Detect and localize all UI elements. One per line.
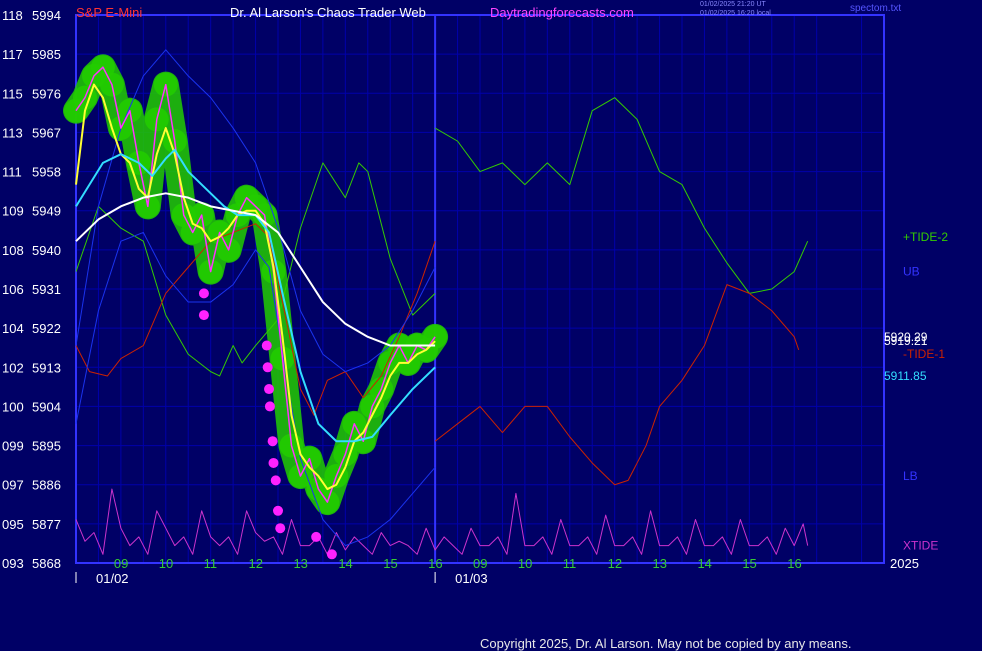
- x-date-label: 01/03: [455, 571, 488, 586]
- chart-title: Dr. Al Larson's Chaos Trader Web: [230, 5, 426, 20]
- chart-series: [75, 49, 809, 555]
- right-label: +TIDE-2: [903, 230, 948, 244]
- y-tick-price: 5958: [32, 165, 61, 180]
- y-tick-pct: 111: [2, 165, 22, 180]
- symbol-label: S&P E-Mini: [76, 5, 143, 20]
- y-tick-pct: 097: [2, 478, 24, 493]
- price-dot: [198, 310, 209, 321]
- y-tick-pct: 093: [2, 556, 24, 571]
- y-tick-price: 5994: [32, 8, 61, 23]
- chart-canvas: 093 5868 095 5877 097 5886 099 5895 100 5904 102 59…: [2, 8, 948, 586]
- y-axis: 093 5868 095 5877 097 5886 099 5895 100 5904 102 59…: [2, 8, 61, 571]
- y-tick-price: 5913: [32, 360, 61, 375]
- y-tick-pct: 108: [2, 243, 24, 258]
- x-tick-label: 09: [473, 556, 487, 571]
- x-tick-label: 16: [787, 556, 801, 571]
- y-tick-pct: 106: [2, 282, 24, 297]
- price-dot: [270, 475, 281, 486]
- x-tick-label: 11: [563, 556, 577, 571]
- price-dot: [262, 362, 273, 373]
- x-tick-label: 12: [608, 556, 622, 571]
- price-dot: [267, 436, 278, 447]
- y-tick-pct: 113: [2, 125, 23, 140]
- x-tick-label: 10: [159, 556, 173, 571]
- x-tick-label: 09: [114, 556, 128, 571]
- y-tick-price: 5868: [32, 556, 61, 571]
- x-tick-label: 12: [249, 556, 263, 571]
- x-tick-label: 11: [204, 556, 218, 571]
- copyright: Copyright 2025, Dr. Al Larson. May not b…: [480, 636, 852, 651]
- price-dot: [264, 401, 275, 412]
- price-dot: [273, 505, 283, 516]
- y-tick-pct: 099: [2, 439, 24, 454]
- price-dot: [198, 288, 209, 299]
- y-tick-pct: 118: [2, 8, 23, 23]
- right-label: XTIDE: [903, 539, 938, 553]
- price-dot: [275, 523, 286, 534]
- y-tick-price: 5895: [32, 439, 61, 454]
- y-tick-price: 5886: [32, 478, 61, 493]
- right-label: 5919.21: [884, 334, 928, 348]
- x-tick-label: 10: [518, 556, 532, 571]
- y-tick-pct: 117: [2, 47, 23, 62]
- y-tick-pct: 102: [2, 360, 24, 375]
- x-tick-label: 16: [428, 556, 442, 571]
- y-tick-price: 5922: [32, 321, 61, 336]
- price-dot: [311, 531, 322, 542]
- x-tick-label: 15: [742, 556, 756, 571]
- y-tick-price: 5967: [32, 125, 61, 140]
- y-tick-pct: 104: [2, 321, 24, 336]
- price-dot: [261, 340, 272, 351]
- y-tick-pct: 100: [2, 399, 24, 414]
- y-tick-price: 5931: [32, 282, 61, 297]
- y-tick-pct: 095: [2, 517, 24, 532]
- y-tick-price: 5985: [32, 47, 61, 62]
- x-tick-label: 15: [383, 556, 397, 571]
- x-tick-label: 14: [338, 556, 352, 571]
- timestamp-ut: 01/02/2025 21:20 UT: [700, 1, 766, 8]
- series-line-xtide: [75, 488, 809, 555]
- series-line--tide-1: [434, 284, 800, 486]
- y-tick-price: 5940: [32, 243, 61, 258]
- y-tick-pct: 109: [2, 204, 24, 219]
- x-tick-label: 13: [293, 556, 307, 571]
- chart-grid: [75, 14, 885, 564]
- right-label: LB: [903, 469, 918, 483]
- right-label: -TIDE-1: [903, 347, 945, 361]
- y-tick-pct: 115: [2, 86, 23, 101]
- y-tick-price: 5976: [32, 86, 61, 101]
- y-tick-price: 5904: [32, 399, 61, 414]
- price-dot: [268, 457, 279, 468]
- timestamp-local: 01/02/2025 16:20 local: [700, 10, 771, 17]
- price-dot: [264, 384, 275, 395]
- price-dot: [326, 549, 337, 560]
- right-label: 5911.85: [884, 369, 927, 383]
- right-label: UB: [903, 265, 920, 279]
- y-tick-price: 5877: [32, 517, 61, 532]
- x-date-label: 01/02: [96, 571, 129, 586]
- series-line--tide-2: [434, 97, 809, 294]
- file-name: spectom.txt: [850, 3, 902, 14]
- x-axis: 09 10 11 12 13 14 15 16 09 10 11 12 13 14 15 16 01/02 01/…: [75, 556, 919, 586]
- x-tick-label: 14: [697, 556, 711, 571]
- y-tick-price: 5949: [32, 204, 61, 219]
- x-year-label: 2025: [890, 556, 919, 571]
- right-labels: +TIDE-2UB5920.295919.21-TIDE-15911.85LBX…: [884, 230, 948, 553]
- x-tick-label: 13: [653, 556, 667, 571]
- site-link[interactable]: Daytradingforecasts.com: [490, 5, 634, 20]
